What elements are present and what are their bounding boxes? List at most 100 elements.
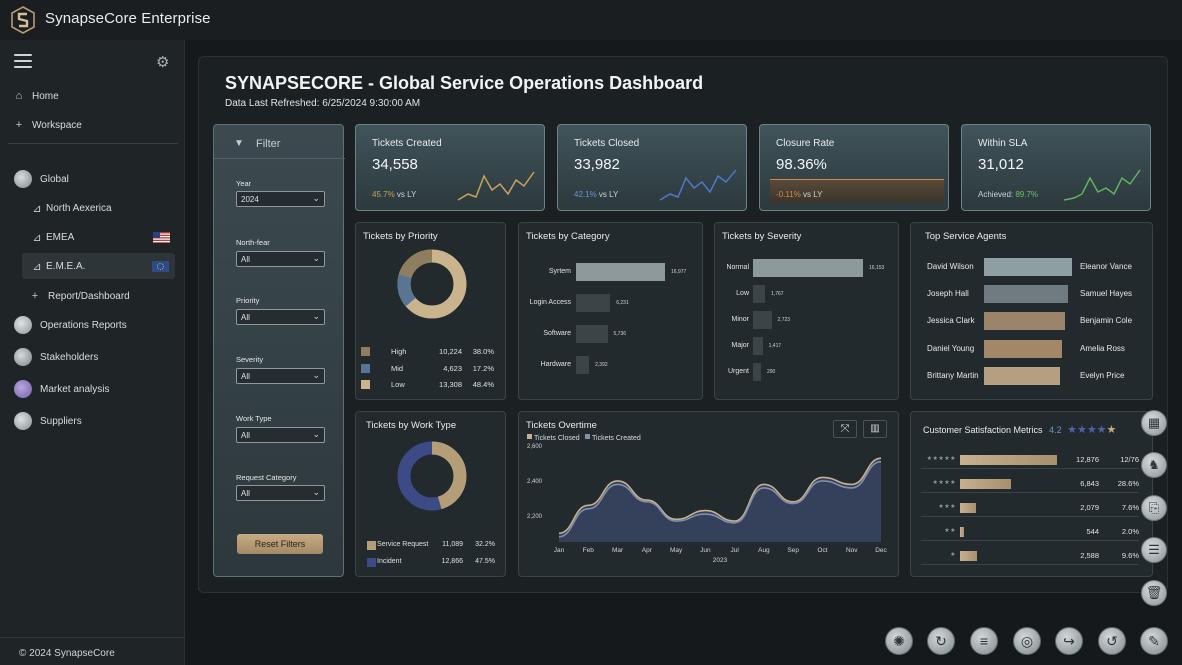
bar-label: Major xyxy=(731,342,749,349)
x-tick-label: Aug xyxy=(758,547,770,554)
sidebar-item-emea-dotted[interactable]: ⊿ E.M.E.A. xyxy=(22,253,175,279)
satisfaction-row[interactable]: ★★★★★ 12,876 12/76 xyxy=(911,454,1151,469)
filter-header: ▼ Filter xyxy=(214,125,345,159)
reset-filters-button[interactable]: Reset Filters xyxy=(237,534,323,554)
agent-row[interactable]: Brittany Martin Evelyn Price xyxy=(911,367,1151,385)
bar-row[interactable]: Normal 16,153 xyxy=(715,259,895,277)
sidebar: ⚙ ⌂ Home + Workspace Global ⊿ North Aexe… xyxy=(0,40,185,665)
filter-label-priority: Priority xyxy=(236,296,260,305)
sidebar-item-home[interactable]: ⌂ Home xyxy=(0,83,185,109)
sidebar-item-stakeholders[interactable]: Stakeholders xyxy=(0,344,185,370)
severity-select[interactable]: All ⌄ xyxy=(236,368,325,384)
priority-select[interactable]: All ⌄ xyxy=(236,309,325,325)
bar-row[interactable]: Minor 2,723 xyxy=(715,311,895,329)
row-divider xyxy=(921,492,1139,493)
sidebar-item-operations-reports[interactable]: Operations Reports xyxy=(0,312,185,338)
view-icon[interactable]: ◎ xyxy=(1013,627,1041,655)
bar-value: 5,736 xyxy=(613,331,627,337)
sidebar-item-workspace[interactable]: + Workspace xyxy=(0,112,185,138)
settings-icon[interactable]: ✺ xyxy=(885,627,913,655)
legend-row: High 10,224 38.0% xyxy=(361,346,496,358)
bar-label: Syrtem xyxy=(548,268,571,275)
sidebar-item-report-dashboard[interactable]: + Report/Dashboard xyxy=(0,283,185,309)
bar xyxy=(576,294,611,312)
region-select[interactable]: All ⌄ xyxy=(236,251,325,267)
menu-icon[interactable] xyxy=(14,54,32,68)
legend-swatch xyxy=(585,434,590,439)
chart-icon: ⊿ xyxy=(32,231,42,244)
work-type-select[interactable]: All ⌄ xyxy=(236,427,325,443)
agent-icon[interactable]: ♞ xyxy=(1141,452,1167,478)
bar-row[interactable]: Low 1,767 xyxy=(715,285,895,303)
page-title: SYNAPSECORE - Global Service Operations … xyxy=(225,73,704,93)
sidebar-item-north-america[interactable]: ⊿ North Aexerica xyxy=(0,195,185,221)
filter-label-work-type: Work Type xyxy=(236,414,272,423)
analysis-icon xyxy=(14,380,32,398)
chevron-down-icon: ⌄ xyxy=(312,370,320,380)
gears-icon[interactable]: ⚙ xyxy=(156,53,169,71)
count: 6,843 xyxy=(1080,479,1099,488)
x-tick-label: Feb xyxy=(583,547,595,554)
percent: 2.0% xyxy=(1121,527,1139,536)
chevron-down-icon: ⌄ xyxy=(312,487,320,497)
agent-row[interactable]: Joseph Hall Samuel Hayes xyxy=(911,285,1151,303)
people-icon xyxy=(14,348,32,366)
bar xyxy=(960,503,976,513)
bar-row[interactable]: Major 1,417 xyxy=(715,337,895,355)
bar-row[interactable]: Urgent 290 xyxy=(715,363,895,381)
y-tick-label: 2,600 xyxy=(527,444,543,450)
percent: 9.6% xyxy=(1121,551,1139,560)
filter-label-severity: Severity xyxy=(236,355,264,364)
table-view-icon[interactable]: ▦ xyxy=(1141,410,1167,436)
trash-icon[interactable]: 🗑 xyxy=(1141,580,1167,606)
sidebar-item-global[interactable]: Global xyxy=(0,166,185,192)
star-rating-icon: ★★★ xyxy=(938,504,956,510)
count: 544 xyxy=(1086,527,1099,536)
bar xyxy=(960,527,964,537)
sidebar-item-suppliers[interactable]: Suppliers xyxy=(0,408,185,434)
share-icon[interactable]: ↪ xyxy=(1055,627,1083,655)
refresh-icon[interactable]: ↻ xyxy=(927,627,955,655)
legend-label: Tickets Closed xyxy=(534,435,580,442)
panel-tickets-by-severity: Tickets by Severity Normal 16,153 Low 1,767… xyxy=(714,222,899,400)
undo-icon[interactable]: ↺ xyxy=(1098,627,1126,655)
filter-icon: ▼ xyxy=(234,138,244,149)
percent: 28.6% xyxy=(1117,479,1139,488)
bar-row[interactable]: Hardware 2,392 xyxy=(519,356,699,374)
bar-label: Login Access xyxy=(529,299,571,306)
legend-label: Tickets Created xyxy=(592,435,641,442)
year-select[interactable]: 2024 ⌄ xyxy=(236,191,325,207)
legend-row: Incident 12,866 47.5% xyxy=(361,557,496,569)
bar-value: 6,231 xyxy=(616,300,629,306)
satisfaction-row[interactable]: ★★ 544 2.0% xyxy=(911,526,1151,541)
chart-icon: ⊿ xyxy=(32,260,42,273)
sidebar-item-market-analysis[interactable]: Market analysis xyxy=(0,376,185,402)
kpi-card-within-sla: Within SLA 31,012 Achieved: 89.7% xyxy=(961,124,1151,211)
panel-tickets-by-category: Tickets by Category Syrtem 16,977 Login Ac… xyxy=(518,222,703,400)
synapsecore-logo xyxy=(11,6,35,34)
sparkline xyxy=(457,171,535,201)
sidebar-item-emea[interactable]: ⊿ EMEA xyxy=(0,224,185,250)
star-rating-icon: ★★ xyxy=(944,528,956,534)
agent-row[interactable]: Jessica Clark Benjamin Cole xyxy=(911,312,1151,330)
request-category-select[interactable]: All ⌄ xyxy=(236,485,325,501)
satisfaction-row[interactable]: ★★★ 2,079 7.6% xyxy=(911,502,1151,517)
chevron-down-icon: ⌄ xyxy=(312,193,320,203)
agent-row[interactable]: Daniel Young Amelia Ross xyxy=(911,340,1151,358)
bar-row[interactable]: Software 5,736 xyxy=(519,325,699,343)
list-icon[interactable]: ≡ xyxy=(970,627,998,655)
app-title: SynapseCore Enterprise xyxy=(45,10,211,27)
database-icon[interactable]: ☰ xyxy=(1141,537,1167,563)
sparkline xyxy=(1063,169,1141,201)
bar-row[interactable]: Login Access 6,231 xyxy=(519,294,699,312)
chevron-down-icon: ⌄ xyxy=(312,429,320,439)
percent: 7.6% xyxy=(1121,503,1139,512)
chevron-down-icon: ⌄ xyxy=(312,253,320,263)
bar xyxy=(576,325,608,343)
agent-row[interactable]: David Wilson Eleanor Vance xyxy=(911,258,1151,276)
bar-row[interactable]: Syrtem 16,977 xyxy=(519,263,699,281)
satisfaction-row[interactable]: ★★★★ 6,843 28.6% xyxy=(911,478,1151,493)
export-icon[interactable]: ⎘ xyxy=(1141,495,1167,521)
satisfaction-row[interactable]: ★ 2,588 9.6% xyxy=(911,550,1151,565)
tools-icon[interactable]: ✎ xyxy=(1140,627,1168,655)
